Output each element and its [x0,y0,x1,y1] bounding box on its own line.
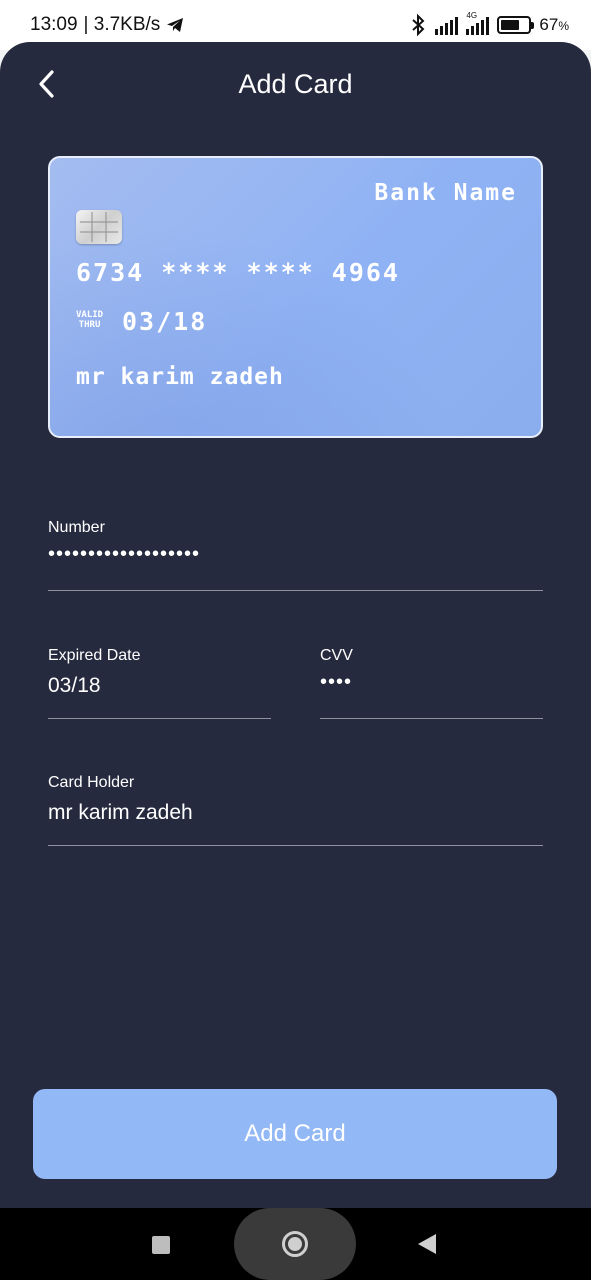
status-right: 4G 67% [409,11,569,37]
status-time: 13:09 [30,14,78,35]
bank-name: Bank Name [374,180,517,206]
recent-apps-icon[interactable] [152,1236,170,1254]
card-holder-field[interactable]: Card Holder mr karim zadeh [48,773,543,846]
screen: 13:09 | 3.7KB/s 4G 67% Add Card Bank Nam… [0,0,591,1280]
expiry-input[interactable]: 03/18 [48,672,101,700]
card-holder-name: mr karim zadeh [76,364,284,390]
status-left: 13:09 | 3.7KB/s [30,14,184,36]
number-field[interactable]: Number ••••••••••••••••••• [48,518,543,591]
battery-fill [501,20,519,30]
card-holder-input[interactable]: mr karim zadeh [48,799,193,827]
home-icon[interactable] [282,1231,308,1257]
card-preview: Bank Name 6734 **** **** 4964 VALID THRU… [48,156,543,438]
app-panel: Add Card Bank Name 6734 **** **** 4964 V… [0,42,591,1208]
card-holder-label: Card Holder [48,774,135,791]
signal-icon [435,15,459,35]
battery-icon [497,16,535,34]
chip-icon [76,210,122,244]
signal-4g-icon: 4G [466,11,490,35]
network-speed: | 3.7KB/s [83,14,161,35]
page-title: Add Card [238,69,353,99]
network-type: 4G [466,11,478,20]
cvv-field[interactable]: CVV •••• [320,646,543,719]
card-number: 6734 **** **** 4964 [76,258,400,287]
number-input[interactable]: ••••••••••••••••••• [48,540,200,568]
number-label: Number [48,519,105,536]
expiry-label: Expired Date [48,647,141,664]
expiry-field[interactable]: Expired Date 03/18 [48,646,271,719]
card-expiry: 03/18 [122,307,208,336]
cvv-label: CVV [320,647,353,664]
add-card-button[interactable]: Add Card [33,1089,557,1179]
back-triangle-icon[interactable] [418,1234,436,1254]
telegram-icon [167,18,184,32]
valid-thru-label: VALID THRU [76,310,104,330]
battery-percent: 67% [539,15,569,34]
cvv-input[interactable]: •••• [320,668,352,696]
bluetooth-icon [412,13,425,37]
navigation-bar [0,1208,591,1280]
